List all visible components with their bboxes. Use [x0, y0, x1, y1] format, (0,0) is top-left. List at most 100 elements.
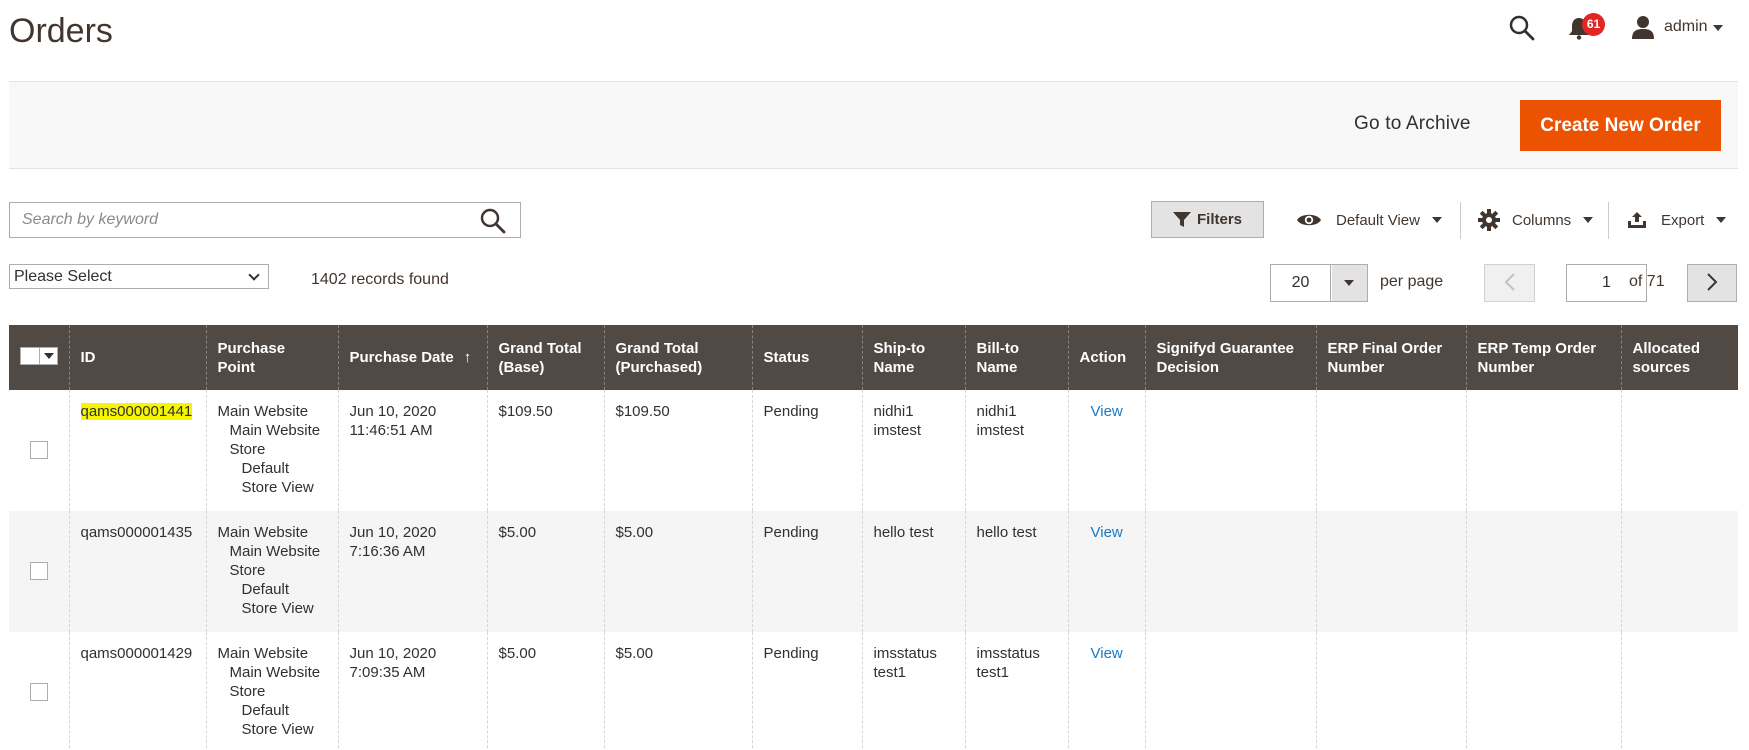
erp-final-order-number — [1315, 390, 1466, 511]
erp-temp-order-number — [1465, 511, 1621, 632]
column-header-purchase-date-label: Purchase Date — [349, 349, 454, 366]
column-header-bill-to-name[interactable]: Bill-to Name — [964, 325, 1068, 390]
per-page-value[interactable]: 20 — [1271, 265, 1331, 301]
per-page-label: per page — [1380, 273, 1444, 290]
chevron-down-icon — [1431, 217, 1442, 223]
row-checkbox[interactable] — [29, 441, 48, 459]
ship-to-name: hello test — [861, 511, 965, 632]
chevron-down-icon[interactable] — [39, 347, 57, 364]
signifyd-decision — [1144, 390, 1316, 511]
signifyd-decision — [1144, 632, 1316, 750]
table-row[interactable]: qams000001441 Main Website Main Website … — [9, 390, 1738, 511]
erp-final-order-number — [1315, 632, 1466, 750]
user-icon[interactable] — [1631, 15, 1655, 39]
column-header-id[interactable]: ID — [68, 325, 206, 390]
row-checkbox[interactable] — [29, 562, 48, 580]
chevron-down-icon[interactable] — [1713, 25, 1723, 31]
column-header-grand-total-base[interactable]: Grand Total (Base) — [486, 325, 604, 390]
column-header-action: Action — [1067, 325, 1145, 390]
grand-total-base: $109.50 — [486, 390, 604, 511]
erp-final-order-number — [1315, 511, 1466, 632]
table-row[interactable]: qams000001429 Main Website Main Website … — [9, 632, 1738, 750]
bill-to-name: hello test — [964, 511, 1068, 632]
user-menu-name[interactable]: admin — [1664, 18, 1708, 36]
view-order-link[interactable]: View — [1091, 645, 1123, 662]
order-id: qams000001441 — [80, 403, 193, 420]
allocated-sources — [1620, 390, 1738, 511]
bill-to-name: imsstatus test1 — [964, 632, 1068, 750]
erp-temp-order-number — [1465, 632, 1621, 750]
column-header-purchase-date[interactable]: Purchase Date ↑ — [337, 325, 487, 390]
purchase-date: Jun 10, 2020 7:09:35 AM — [337, 632, 487, 750]
order-id: qams000001429 — [68, 632, 206, 750]
column-header-status[interactable]: Status — [751, 325, 862, 390]
order-id: qams000001435 — [68, 511, 206, 632]
row-checkbox[interactable] — [29, 683, 48, 701]
sort-ascending-icon[interactable]: ↑ — [464, 348, 472, 367]
notification-count-badge[interactable]: 61 — [1582, 13, 1605, 36]
chevron-right-icon — [1707, 272, 1718, 291]
grand-total-purchased: $5.00 — [603, 511, 752, 632]
next-page-button[interactable] — [1687, 264, 1737, 302]
column-header-grand-total-purchased[interactable]: Grand Total (Purchased) — [603, 325, 752, 390]
search-icon[interactable] — [1508, 14, 1536, 42]
order-status: Pending — [751, 632, 862, 750]
erp-temp-order-number — [1465, 390, 1621, 511]
column-header-ship-to-name[interactable]: Ship-to Name — [861, 325, 965, 390]
mass-action-select[interactable]: Please Select — [9, 264, 269, 289]
per-page-select[interactable]: 20 — [1270, 264, 1368, 302]
order-status: Pending — [751, 511, 862, 632]
chevron-down-icon — [248, 269, 260, 281]
column-header-erp-final-order-number[interactable]: ERP Final Order Number — [1315, 325, 1466, 390]
signifyd-decision — [1144, 511, 1316, 632]
chevron-down-icon — [1583, 217, 1594, 223]
grand-total-purchased: $5.00 — [603, 632, 752, 750]
default-view-label: Default View — [1336, 211, 1420, 229]
view-order-link[interactable]: View — [1091, 403, 1123, 420]
default-view-dropdown[interactable]: Default View — [1296, 207, 1442, 233]
page-actions-bar — [9, 81, 1738, 169]
previous-page-button[interactable] — [1484, 264, 1535, 302]
per-page-dropdown-button[interactable] — [1332, 265, 1367, 301]
go-to-archive-button[interactable]: Go to Archive — [1354, 113, 1471, 135]
view-order-link[interactable]: View — [1091, 524, 1123, 541]
orders-grid: ID Purchase Point Purchase Date ↑ Grand T… — [9, 325, 1738, 750]
columns-label: Columns — [1512, 211, 1572, 229]
search-submit-button[interactable] — [479, 207, 507, 235]
table-row[interactable]: qams000001435 Main Website Main Website … — [9, 511, 1738, 632]
export-dropdown[interactable]: Export — [1627, 207, 1727, 233]
ship-to-name: nidhi1 imstest — [861, 390, 965, 511]
columns-dropdown[interactable]: Columns — [1478, 207, 1594, 233]
bill-to-name: nidhi1 imstest — [964, 390, 1068, 511]
chevron-left-icon — [1504, 272, 1515, 291]
purchase-date: Jun 10, 2020 11:46:51 AM — [337, 390, 487, 511]
export-icon — [1628, 212, 1646, 228]
chevron-down-icon — [1716, 217, 1727, 223]
allocated-sources — [1620, 511, 1738, 632]
export-label: Export — [1661, 211, 1705, 229]
filter-icon — [1172, 211, 1191, 227]
ship-to-name: imsstatus test1 — [861, 632, 965, 750]
gear-icon — [1478, 209, 1500, 231]
create-new-order-button[interactable]: Create New Order — [1520, 100, 1721, 151]
order-status: Pending — [751, 390, 862, 511]
eye-icon — [1297, 214, 1321, 226]
column-header-purchase-point[interactable]: Purchase Point — [205, 325, 338, 390]
keyword-search — [9, 202, 521, 238]
purchase-point: Main Website Main Website Store Default … — [205, 511, 338, 632]
mass-select-checkbox[interactable] — [20, 346, 58, 365]
allocated-sources — [1620, 632, 1738, 750]
page-title: Orders — [9, 12, 113, 50]
grand-total-base: $5.00 — [486, 632, 604, 750]
select-all-header — [9, 325, 69, 390]
column-header-erp-temp-order-number[interactable]: ERP Temp Order Number — [1465, 325, 1621, 390]
column-header-signifyd-decision[interactable]: Signifyd Guarantee Decision — [1144, 325, 1316, 390]
filters-button[interactable]: Filters — [1151, 201, 1264, 238]
chevron-down-icon — [1344, 280, 1354, 286]
purchase-point: Main Website Main Website Store Default … — [205, 390, 338, 511]
purchase-point: Main Website Main Website Store Default … — [205, 632, 338, 750]
column-header-allocated-sources[interactable]: Allocated sources — [1620, 325, 1738, 390]
search-input[interactable] — [10, 203, 450, 237]
grand-total-purchased: $109.50 — [603, 390, 752, 511]
filters-label: Filters — [1196, 211, 1242, 228]
